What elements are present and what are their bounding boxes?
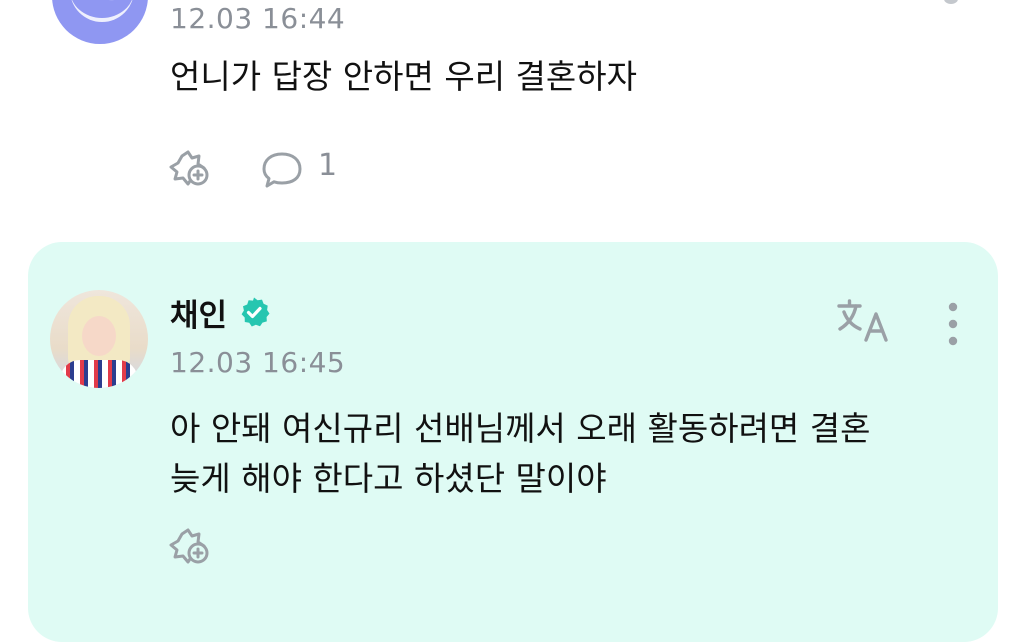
fan-avatar[interactable] [52, 0, 148, 44]
verified-badge-icon [241, 297, 270, 327]
reply-count[interactable]: 1 [318, 148, 337, 183]
artist-reply-timestamp: 12.03 16:45 [170, 346, 346, 379]
artist-reply-text-line-2: 늦게 해야 한다고 하셨단 말이야 [170, 459, 607, 498]
artist-avatar[interactable] [50, 290, 148, 388]
more-vertical-icon[interactable] [944, 0, 958, 4]
more-vertical-icon[interactable] [938, 300, 968, 348]
avatar-shirt [60, 360, 138, 388]
fan-comment-text: 언니가 답장 안하면 우리 결혼하자 [170, 57, 637, 96]
avatar-face [82, 316, 116, 356]
avatar-decoration [70, 0, 134, 22]
comment-bubble-icon[interactable] [260, 150, 304, 190]
translate-icon[interactable] [836, 298, 894, 344]
artist-reply-text: 아 안돼 여신규리 선배님께서 오래 활동하려면 결혼 늦게 해야 한다고 하셨… [170, 404, 871, 504]
artist-name[interactable]: 채인 [170, 290, 227, 335]
fan-comment-timestamp: 12.03 16:44 [170, 2, 346, 35]
add-reaction-icon[interactable] [168, 148, 218, 192]
add-reaction-icon[interactable] [168, 526, 218, 570]
artist-reply-text-line-1: 아 안돼 여신규리 선배님께서 오래 활동하려면 결혼 [170, 409, 871, 448]
